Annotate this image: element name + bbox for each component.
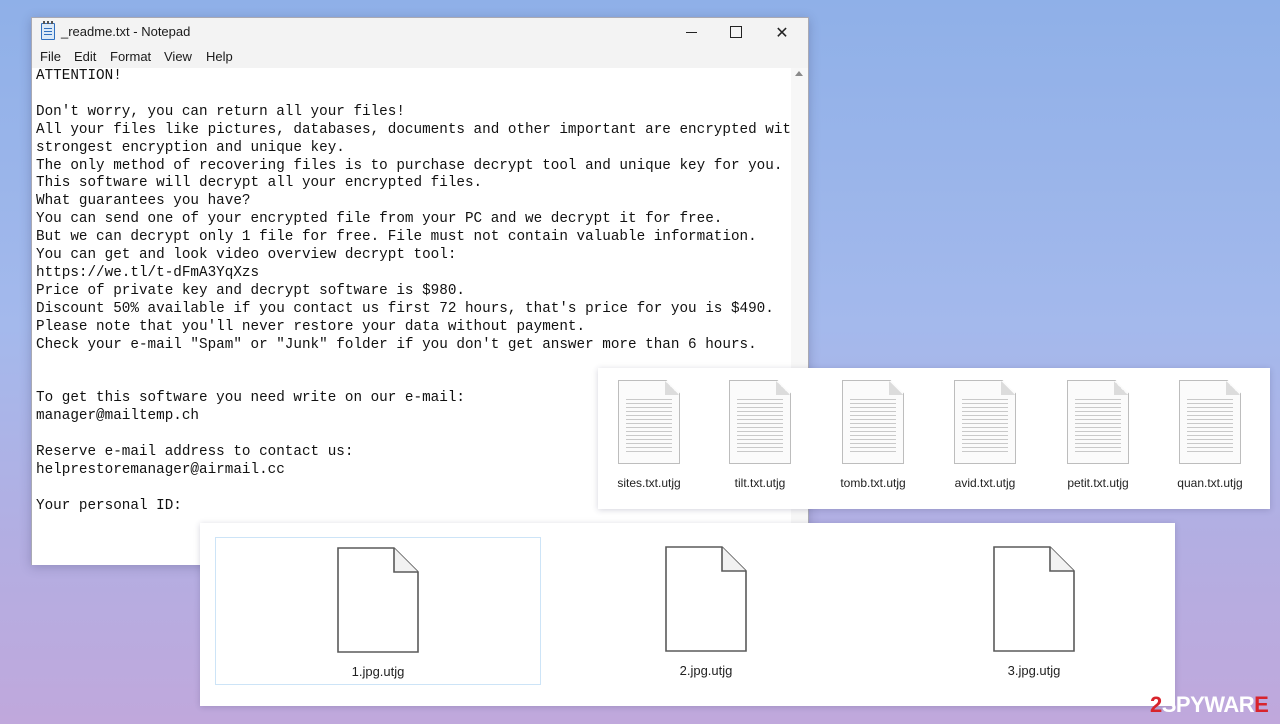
encrypted-txt-files-panel: sites.txt.utjg tilt.txt.utjg tomb.txt.ut…: [598, 368, 1270, 509]
minimize-icon: [685, 31, 697, 33]
file-item[interactable]: petit.txt.utjg: [1053, 380, 1143, 490]
close-button[interactable]: ✕: [759, 18, 805, 46]
file-item[interactable]: sites.txt.utjg: [604, 380, 694, 490]
window-title: _readme.txt - Notepad: [61, 24, 191, 39]
file-item[interactable]: 2.jpg.utjg: [543, 537, 869, 685]
title-bar[interactable]: _readme.txt - Notepad ✕: [32, 18, 808, 46]
menu-help[interactable]: Help: [206, 49, 233, 64]
close-icon: ✕: [775, 22, 789, 42]
file-name: 1.jpg.utjg: [351, 664, 405, 679]
blank-file-icon: [337, 547, 419, 653]
file-item[interactable]: tomb.txt.utjg: [828, 380, 918, 490]
file-item[interactable]: quan.txt.utjg: [1165, 380, 1255, 490]
scroll-up-arrow-icon[interactable]: [795, 71, 803, 76]
blank-file-icon: [665, 546, 747, 652]
file-name: tilt.txt.utjg: [734, 476, 786, 490]
file-item[interactable]: 3.jpg.utjg: [871, 537, 1197, 685]
menu-bar: File Edit Format View Help: [32, 46, 808, 68]
menu-format[interactable]: Format: [110, 49, 151, 64]
file-name: tomb.txt.utjg: [840, 476, 906, 490]
file-name: 2.jpg.utjg: [679, 663, 733, 678]
blank-file-icon: [993, 546, 1075, 652]
minimize-button[interactable]: [668, 18, 714, 46]
file-name: avid.txt.utjg: [954, 476, 1016, 490]
file-name: 3.jpg.utjg: [1007, 663, 1061, 678]
text-file-icon: [1067, 380, 1129, 464]
menu-file[interactable]: File: [40, 49, 61, 64]
maximize-icon: [730, 26, 742, 38]
file-name: sites.txt.utjg: [617, 476, 681, 490]
maximize-button[interactable]: [713, 18, 759, 46]
text-file-icon: [842, 380, 904, 464]
text-file-icon: [1179, 380, 1241, 464]
file-item[interactable]: tilt.txt.utjg: [715, 380, 805, 490]
text-file-icon: [954, 380, 1016, 464]
notepad-icon: [41, 21, 55, 40]
menu-view[interactable]: View: [164, 49, 192, 64]
watermark-logo: 2SPYWARE: [1150, 692, 1269, 717]
encrypted-jpg-files-panel: 1.jpg.utjg 2.jpg.utjg 3.jpg.utjg: [200, 523, 1175, 706]
file-name: petit.txt.utjg: [1067, 476, 1129, 490]
file-name: quan.txt.utjg: [1177, 476, 1243, 490]
text-file-icon: [729, 380, 791, 464]
file-item[interactable]: avid.txt.utjg: [940, 380, 1030, 490]
menu-edit[interactable]: Edit: [74, 49, 96, 64]
text-file-icon: [618, 380, 680, 464]
file-item[interactable]: 1.jpg.utjg: [215, 537, 541, 685]
